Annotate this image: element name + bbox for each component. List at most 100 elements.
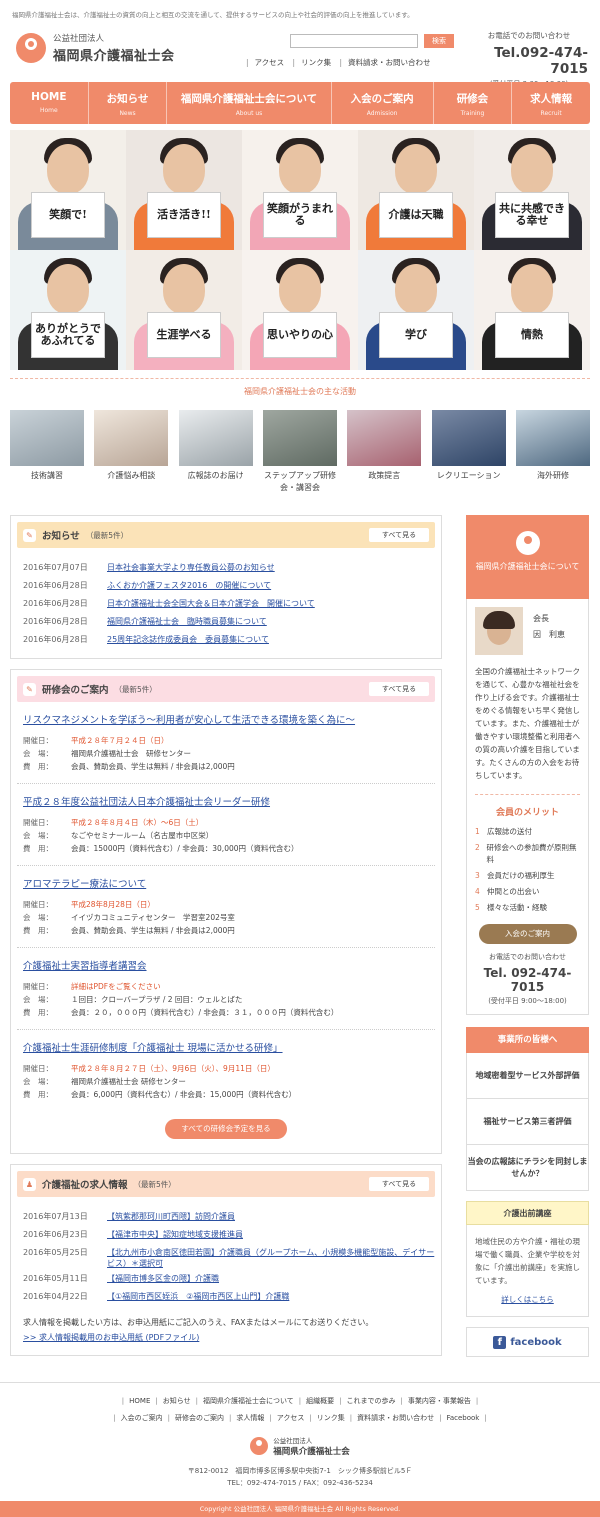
merit-text: 広報誌の送付 (487, 827, 532, 836)
footer-link[interactable]: 研修会のご案内 (175, 1414, 224, 1422)
footer-link[interactable]: 組織概要 (306, 1397, 334, 1405)
eval-item-flyer[interactable]: 当会の広報誌にチラシを同封しませんか？ (466, 1145, 589, 1191)
news-date: 2016年07月07日 (23, 562, 88, 572)
activity-item[interactable]: レクリエーション (431, 410, 506, 494)
activity-item[interactable]: 介護悩み相談 (94, 410, 169, 494)
job-link[interactable]: 【筑紫郡那珂川町西隈】訪問介護員 (107, 1211, 235, 1222)
merit-number: 4 (475, 887, 480, 896)
seminar-title-link[interactable]: 平成２８年度公益社団法人日本介護福祉士会リーダー研修 (23, 794, 429, 808)
eval-item-thirdparty[interactable]: 福祉サービス第三者評価 (466, 1099, 589, 1145)
util-link-links[interactable]: リンク集 (301, 58, 331, 67)
sidebar-tel[interactable]: Tel. 092-474-7015 (475, 966, 580, 994)
seminar-date-value: 詳細はPDFをご覧ください (71, 982, 161, 991)
facebook-banner[interactable]: f facebook (466, 1327, 589, 1357)
footer-link[interactable]: HOME (129, 1397, 150, 1405)
seminar-view-all-button[interactable]: すべて見る (369, 682, 429, 696)
util-link-access[interactable]: アクセス (255, 58, 285, 67)
jobs-title: 介護福祉の求人情報 (42, 1180, 128, 1191)
seminar-title-link[interactable]: リスクマネジメントを学ぼう～利用者が安心して生活できる環境を築く為に～ (23, 712, 429, 726)
footer-address: 〒812-0012 福岡市博多区博多駅中央街7-1 シック博多駅前ビル5Ｆ TE… (0, 1465, 600, 1489)
footer-link[interactable]: Facebook (446, 1414, 479, 1422)
job-link[interactable]: 【福岡市博多区金の隈】介護職 (107, 1273, 219, 1284)
seminar-date: 開催日： 平成２８年８月２７日（土）、9月6日（火）、9月11日（日） (23, 1062, 429, 1075)
activity-item[interactable]: 政策提言 (347, 410, 422, 494)
job-date: 2016年07月13日 (23, 1212, 88, 1221)
news-link[interactable]: 日本社会事業大学より専任教員公募のお知らせ (107, 562, 275, 573)
news-link[interactable]: 25周年記念誌作成委員会 委員募集について (107, 634, 269, 645)
news-link[interactable]: 福岡県介護福祉士会 臨時職員募集について (107, 616, 267, 627)
activity-item[interactable]: ステップアップ研修会・講習会 (262, 410, 337, 494)
footer-link[interactable]: お知らせ (163, 1397, 191, 1405)
seminar-title-link[interactable]: 介護福祉士実習指導者講習会 (23, 958, 429, 972)
news-link[interactable]: ふくおか介護フェスタ2016 の開催について (107, 580, 271, 591)
hero-photo: ありがとうであふれてる (10, 250, 126, 370)
news-view-all-button[interactable]: すべて見る (369, 528, 429, 542)
facebook-icon: f (493, 1335, 507, 1349)
news-row: 2016年06月28日 25周年記念誌作成委員会 委員募集について (17, 630, 435, 648)
seminar-item: リスクマネジメントを学ぼう～利用者が安心して生活できる環境を築く為に～ 開催日： 平… (17, 702, 435, 784)
hero-photo: 笑顔がうまれる (242, 130, 358, 250)
seminar-place: 会 場： １回目：クローバープラザ / 2 回目：ウェルとばた (23, 993, 429, 1006)
about-title: 福岡県介護福祉士会について (475, 562, 580, 571)
activities-title: 福岡県介護福祉士会の主な活動 (10, 378, 590, 397)
footer-link[interactable]: これまでの歩み (347, 1397, 396, 1405)
seminar-place: 会 場： イイヅカコミュニティセンター 学習室202号室 (23, 911, 429, 924)
footer-link[interactable]: 資料請求・お問い合わせ (357, 1414, 434, 1422)
footer-logo-main: 福岡県介護福祉士会 (273, 1447, 350, 1457)
about-header[interactable]: 福岡県介護福祉士会について (466, 515, 589, 599)
seminar-fee-label: 費 用： (23, 926, 53, 935)
job-link[interactable]: 【北九州市小倉南区徳田若園】介護職員（グループホーム、小規模多機能型施設、デイサ… (107, 1247, 435, 1269)
contact-tel[interactable]: Tel.092-474-7015 (470, 45, 588, 77)
activity-item[interactable]: 技術講習 (10, 410, 84, 494)
footer-link[interactable]: 求人情報 (236, 1414, 264, 1422)
join-button[interactable]: 入会のご案内 (478, 924, 577, 944)
nav-item-recruit[interactable]: 求人情報 Recruit (512, 82, 590, 124)
jobs-form-link[interactable]: >> 求人情報掲載用のお申込用紙 (PDFファイル) (23, 1333, 199, 1342)
seminar-title-link[interactable]: アロマテラピー療法について (23, 876, 429, 890)
all-seminars-button[interactable]: すべての研修会予定を見る (165, 1119, 287, 1139)
job-link[interactable]: 【福津市中央】認知症地域支援推進員 (107, 1229, 243, 1240)
footer-link[interactable]: 事業内容・事業報告 (408, 1397, 471, 1405)
nav-item-admission[interactable]: 入会のご案内 Admission (332, 82, 434, 124)
seminar-title-link[interactable]: 介護福祉士生涯研修制度「介護福祉士 現場に活かせる研修」 (23, 1040, 429, 1054)
site-logo[interactable]: 公益社団法人 福岡県介護福祉士会 (16, 32, 175, 64)
news-list: 2016年07月07日 日本社会事業大学より専任教員公募のお知らせ 2016年06月… (17, 558, 435, 648)
seminar-date-value: 平成２８年８月４日（木）～6日（土） (71, 818, 204, 827)
jobs-view-all-button[interactable]: すべて見る (369, 1177, 429, 1191)
search-button[interactable]: 検索 (424, 34, 454, 48)
footer-link[interactable]: リンク集 (317, 1414, 345, 1422)
news-header: ✎ お知らせ （最新5件） すべて見る (17, 522, 435, 548)
news-link[interactable]: 日本介護福祉士会全国大会＆日本介護学会 開催について (107, 598, 315, 609)
hero-message-sign: 生涯学べる (147, 312, 221, 358)
search-input[interactable] (290, 34, 418, 48)
merit-list: 1 広報誌の送付 2 研修会への参加費が原則無料 3 会員だけの福利厚生 4 仲間との出会い 5… (475, 826, 580, 914)
footer-logo-sub: 公益社団法人 (273, 1437, 313, 1445)
footer-link[interactable]: 入会のご案内 (121, 1414, 163, 1422)
footer-link-separator: | (167, 1414, 170, 1422)
job-link[interactable]: 【①福岡市西区姪浜 ②福岡市西区上山門】介護職 (107, 1291, 289, 1302)
about-body: 会長 因 利恵 全国の介護福祉士ネットワークを通じて、心豊かな福祉社会を作り上げ… (466, 599, 589, 1015)
activity-item[interactable]: 広報誌のお届け (178, 410, 253, 494)
footer-link-separator: | (349, 1414, 353, 1422)
nav-item-news[interactable]: お知らせ News (89, 82, 168, 124)
footer-link[interactable]: アクセス (277, 1414, 305, 1422)
nav-item-home[interactable]: HOME Home (10, 82, 89, 124)
seminar-fee-label: 費 用： (23, 762, 53, 771)
president: 会長 因 利恵 (475, 607, 580, 655)
delivery-lecture-link[interactable]: 詳しくはこちら (475, 1293, 580, 1306)
nav-item-training[interactable]: 研修会 Training (434, 82, 513, 124)
delivery-lecture-body: 地域住民の方や介護・福祉の現場で働く職員、企業や学校を対象に「介護出前講座」を実… (466, 1225, 589, 1317)
util-link-contact[interactable]: 資料請求・お問い合わせ (348, 58, 431, 67)
footer-link-separator: | (475, 1397, 479, 1405)
header-contact: お電話でのお問い合わせ Tel.092-474-7015 (受付平日 9:00～… (470, 30, 588, 89)
eval-item-community[interactable]: 地域密着型サービス外部評価 (466, 1053, 589, 1099)
footer-logo[interactable]: 公益社団法人 福岡県介護福祉士会 (0, 1435, 600, 1457)
footer-link-separator: | (400, 1397, 403, 1405)
seminar-item: 介護福祉士実習指導者講習会 開催日： 詳細はPDFをご覧ください会 場： １回目：クロ… (17, 948, 435, 1030)
seminar-date: 開催日： 詳細はPDFをご覧ください (23, 980, 429, 993)
seminar-place-value: １回目：クローバープラザ / 2 回目：ウェルとばた (71, 995, 243, 1004)
activity-item[interactable]: 海外研修 (515, 410, 590, 494)
footer-link[interactable]: 福岡県介護福祉士会について (203, 1397, 294, 1405)
nav-sublabel: Admission (366, 110, 398, 117)
nav-item-about[interactable]: 福岡県介護福祉士会について About us (167, 82, 332, 124)
